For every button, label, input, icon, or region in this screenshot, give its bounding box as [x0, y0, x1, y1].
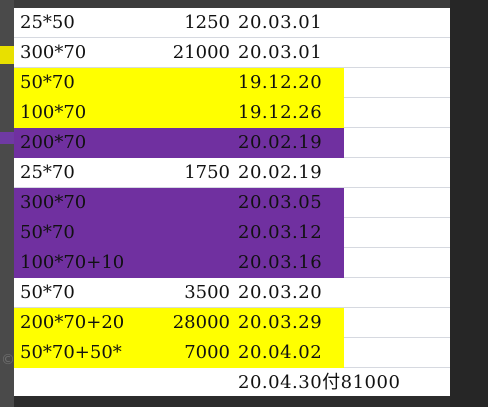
cell-size[interactable]: 25*50: [20, 8, 124, 38]
right-dark-background: [450, 0, 488, 407]
table-row: 200*70+20 28000 20.03.29: [14, 308, 450, 338]
cell-size[interactable]: 200*70: [20, 128, 124, 158]
cell-size[interactable]: 100*70+100*70: [20, 248, 124, 278]
cell-date[interactable]: 20.03.12: [238, 218, 438, 248]
cell-size[interactable]: 300*70: [20, 188, 124, 218]
cell-date[interactable]: 20.04.30付81000: [238, 368, 438, 398]
cell-date[interactable]: 20.02.19: [238, 158, 438, 188]
cell-size[interactable]: [20, 368, 124, 398]
table-row: 100*70+100*70 20.03.16: [14, 248, 450, 278]
cell-size[interactable]: 50*70: [20, 68, 124, 98]
cell-size[interactable]: 200*70+20: [20, 308, 124, 338]
cell-amount[interactable]: 21000: [124, 38, 230, 68]
cell-amount[interactable]: [124, 218, 230, 248]
cell-date[interactable]: 19.12.20: [238, 68, 438, 98]
cell-date[interactable]: 20.04.02: [238, 338, 438, 368]
cell-date[interactable]: 20.02.19: [238, 128, 438, 158]
cell-size[interactable]: 50*70+50*: [20, 338, 124, 368]
cell-amount[interactable]: [124, 188, 230, 218]
cell-amount[interactable]: [124, 248, 230, 278]
left-edge-yellow-strip: [0, 46, 14, 64]
table-row: 300*70 21000 20.03.01: [14, 38, 450, 68]
cell-amount[interactable]: [124, 128, 230, 158]
cell-size[interactable]: 300*70: [20, 38, 124, 68]
cell-amount[interactable]: 1250: [124, 8, 230, 38]
cell-amount[interactable]: 1750: [124, 158, 230, 188]
cell-amount[interactable]: [124, 68, 230, 98]
cell-date[interactable]: 19.12.26: [238, 98, 438, 128]
cell-amount[interactable]: 28000: [124, 308, 230, 338]
table-row: 200*70 20.02.19: [14, 128, 450, 158]
table-row: 25*50 1250 20.03.01: [14, 8, 450, 38]
cell-date[interactable]: 20.03.29: [238, 308, 438, 338]
cell-date[interactable]: 20.03.01: [238, 8, 438, 38]
table-row: 50*70+50* 7000 20.04.02: [14, 338, 450, 368]
cell-amount[interactable]: 7000: [124, 338, 230, 368]
left-window-edge: ©: [0, 0, 15, 407]
table-row: 25*70 1750 20.02.19: [14, 158, 450, 188]
copyright-icon: ©: [1, 352, 15, 368]
spreadsheet-region: 25*50 1250 20.03.01 300*70 21000 20.03.01 50*7…: [14, 8, 450, 398]
cell-date[interactable]: 20.03.01: [238, 38, 438, 68]
table-row: 100*70 19.12.26: [14, 98, 450, 128]
cell-date[interactable]: 20.03.16: [238, 248, 438, 278]
left-edge-purple-strip: [0, 132, 14, 144]
cell-size[interactable]: 50*70: [20, 218, 124, 248]
cell-amount[interactable]: [124, 368, 230, 398]
table-row: 50*70 3500 20.03.20: [14, 278, 450, 308]
bottom-dark-background: [14, 396, 450, 407]
cell-date[interactable]: 20.03.20: [238, 278, 438, 308]
cell-size[interactable]: 50*70: [20, 278, 124, 308]
table-row: 50*70 20.03.12: [14, 218, 450, 248]
cell-size[interactable]: 100*70: [20, 98, 124, 128]
table-row: 50*70 19.12.20: [14, 68, 450, 98]
cell-amount[interactable]: 3500: [124, 278, 230, 308]
table-row: 300*70 20.03.05: [14, 188, 450, 218]
table-row: 20.04.30付81000: [14, 368, 450, 398]
cell-amount[interactable]: [124, 98, 230, 128]
cell-date[interactable]: 20.03.05: [238, 188, 438, 218]
cell-size[interactable]: 25*70: [20, 158, 124, 188]
